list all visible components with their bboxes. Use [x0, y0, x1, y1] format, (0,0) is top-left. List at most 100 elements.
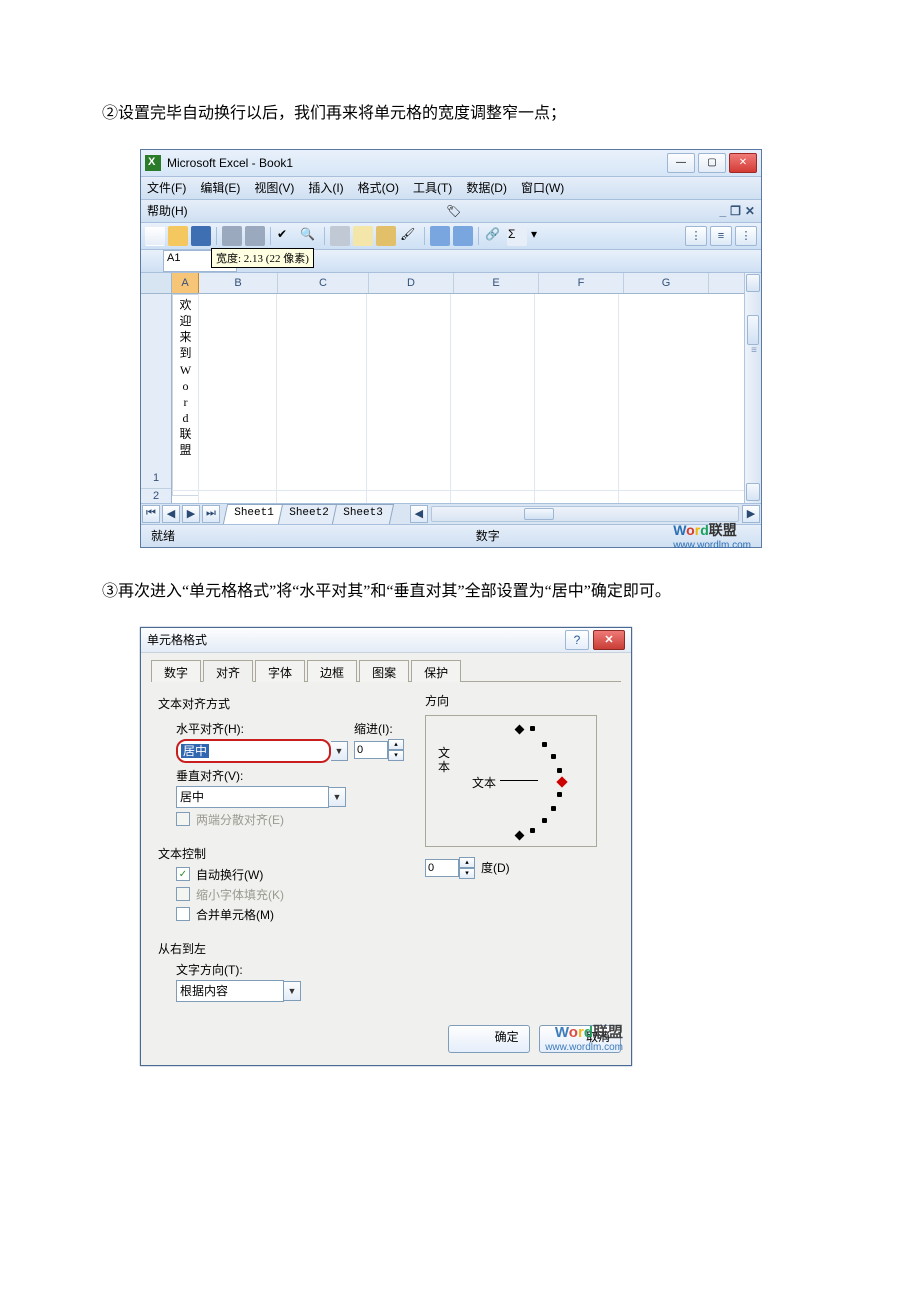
scroll-up-icon[interactable] — [746, 274, 760, 292]
mdi-close[interactable]: ✕ — [745, 204, 755, 218]
tab-patterns[interactable]: 图案 — [359, 660, 409, 682]
new-icon[interactable] — [145, 226, 165, 246]
titlebar[interactable]: Microsoft Excel - Book1 — ▢ ✕ — [141, 150, 761, 177]
maximize-button[interactable]: ▢ — [698, 153, 726, 173]
sheet-tab-3[interactable]: Sheet3 — [332, 504, 394, 524]
row-headers: 1 2 — [141, 273, 172, 503]
print-icon[interactable] — [222, 226, 242, 246]
scroll-thumb[interactable] — [747, 315, 759, 345]
menu-insert[interactable]: 插入(I) — [308, 179, 343, 196]
merge-cells-checkbox[interactable]: 合并单元格(M) — [176, 906, 404, 923]
tab-first-icon[interactable]: ⏮ — [142, 505, 160, 523]
indent-input[interactable] — [354, 741, 388, 759]
sheet-tab-1[interactable]: Sheet1 — [223, 504, 285, 524]
tab-next-icon[interactable]: ▶ — [182, 505, 200, 523]
tab-number[interactable]: 数字 — [151, 660, 201, 682]
vertical-align-dropdown-icon[interactable]: ▼ — [329, 787, 346, 807]
format-painter-icon[interactable]: 🖌 — [399, 226, 419, 246]
tab-border[interactable]: 边框 — [307, 660, 357, 682]
print-preview-icon[interactable] — [245, 226, 265, 246]
col-header-d[interactable]: D — [369, 273, 454, 293]
menu-bar: 文件(F) 编辑(E) 视图(V) 插入(I) 格式(O) 工具(T) 数据(D… — [141, 177, 761, 200]
open-icon[interactable] — [168, 226, 188, 246]
dialog-title: 单元格格式 — [147, 631, 207, 648]
close-button[interactable]: ✕ — [729, 153, 757, 173]
mdi-restore[interactable]: ❐ — [730, 204, 741, 218]
select-all-corner[interactable] — [141, 273, 171, 294]
degrees-down-icon[interactable]: ▾ — [459, 868, 475, 879]
menu-file[interactable]: 文件(F) — [147, 179, 186, 196]
research-icon[interactable]: 🏷 — [446, 204, 461, 218]
col-header-f[interactable]: F — [539, 273, 624, 293]
paste-icon[interactable] — [376, 226, 396, 246]
tab-font[interactable]: 字体 — [255, 660, 305, 682]
hscroll-thumb[interactable] — [524, 508, 554, 520]
hscroll-left-icon[interactable]: ◀ — [410, 505, 428, 523]
minimize-button[interactable]: — — [667, 153, 695, 173]
menu-view[interactable]: 视图(V) — [254, 179, 294, 196]
autosum-dropdown-icon[interactable]: ▾ — [530, 226, 550, 246]
col-header-a[interactable]: A — [172, 273, 199, 293]
group-text-alignment-label: 文本对齐方式 — [158, 695, 404, 712]
menu-tools[interactable]: 工具(T) — [413, 179, 452, 196]
group-orientation-label: 方向 — [425, 692, 615, 709]
dialog-close-button[interactable]: ✕ — [593, 630, 625, 650]
tab-protection[interactable]: 保护 — [411, 660, 461, 682]
col-header-g[interactable]: G — [624, 273, 709, 293]
mdi-minimize[interactable]: _ — [719, 204, 726, 218]
text-direction-dropdown-icon[interactable]: ▼ — [284, 981, 301, 1001]
align-center-icon[interactable]: ≡ — [710, 226, 732, 246]
indent-down-icon[interactable]: ▾ — [388, 750, 404, 761]
status-numlock: 数字 — [476, 527, 500, 544]
degrees-input[interactable] — [425, 859, 459, 877]
copy-icon[interactable] — [353, 226, 373, 246]
col-header-e[interactable]: E — [454, 273, 539, 293]
shrink-to-fit-checkbox: 缩小字体填充(K) — [176, 886, 404, 903]
save-icon[interactable] — [191, 226, 211, 246]
wrap-text-checkbox[interactable]: 自动换行(W) — [176, 866, 404, 883]
toolbar-options-icon[interactable]: ⋮ — [685, 226, 707, 246]
horizontal-align-select[interactable]: 居中 — [176, 739, 331, 763]
label-text-direction: 文字方向(T): — [176, 961, 404, 978]
research-icon2[interactable]: 🔍 — [299, 226, 319, 246]
scroll-down-icon[interactable] — [746, 483, 760, 501]
spelling-icon[interactable]: ✔ — [276, 226, 296, 246]
sheet-tab-2[interactable]: Sheet2 — [277, 504, 339, 524]
group-text-alignment: 文本对齐方式 水平对齐(H): 居中 ▼ 缩进(I): — [157, 692, 405, 832]
cell-a1[interactable]: 欢 迎 来 到 W o r d 联 盟 — [172, 294, 199, 496]
text-direction-select[interactable]: 根据内容 — [176, 980, 284, 1002]
menu-format[interactable]: 格式(O) — [358, 179, 399, 196]
tab-alignment[interactable]: 对齐 — [203, 660, 253, 682]
toolbar-options2-icon[interactable]: ⋮ — [735, 226, 757, 246]
row-header-2[interactable]: 2 — [141, 489, 171, 503]
menu-data[interactable]: 数据(D) — [466, 179, 507, 196]
menu-edit[interactable]: 编辑(E) — [200, 179, 240, 196]
column-headers: A B C D E F G — [172, 273, 744, 294]
row-header-1[interactable]: 1 — [141, 294, 171, 489]
cut-icon[interactable] — [330, 226, 350, 246]
degrees-up-icon[interactable]: ▴ — [459, 857, 475, 868]
menu-help[interactable]: 帮助(H) — [147, 202, 188, 219]
orientation-control[interactable]: 文本 文本 — [425, 715, 597, 847]
tab-prev-icon[interactable]: ◀ — [162, 505, 180, 523]
redo-icon[interactable] — [453, 226, 473, 246]
sheet-tab-row: ⏮ ◀ ▶ ⏭ Sheet1 Sheet2 Sheet3 ◀ ▶ — [141, 503, 761, 525]
undo-icon[interactable] — [430, 226, 450, 246]
indent-up-icon[interactable]: ▴ — [388, 739, 404, 750]
menu-window[interactable]: 窗口(W) — [521, 179, 564, 196]
tab-last-icon[interactable]: ⏭ — [202, 505, 220, 523]
vertical-align-select[interactable]: 居中 — [176, 786, 329, 808]
autosum-icon[interactable]: Σ — [507, 226, 527, 246]
cell-grid[interactable]: 欢 迎 来 到 W o r d 联 盟 — [172, 294, 744, 503]
status-bar: 就绪 数字 WordWord联盟联盟 www.wordlm.com — [141, 525, 761, 547]
col-header-c[interactable]: C — [278, 273, 369, 293]
vertical-scrollbar[interactable] — [744, 273, 761, 503]
ok-button[interactable]: 确定 — [448, 1025, 530, 1053]
justify-distributed-checkbox: 两端分散对齐(E) — [176, 811, 404, 828]
hyperlink-icon[interactable]: 🔗 — [484, 226, 504, 246]
help-button[interactable]: ? — [565, 630, 589, 650]
orientation-vertical-text[interactable]: 文本 — [434, 746, 454, 775]
dialog-titlebar[interactable]: 单元格格式 ? ✕ — [141, 628, 631, 653]
col-header-b[interactable]: B — [199, 273, 278, 293]
horizontal-align-dropdown-icon[interactable]: ▼ — [331, 741, 348, 761]
